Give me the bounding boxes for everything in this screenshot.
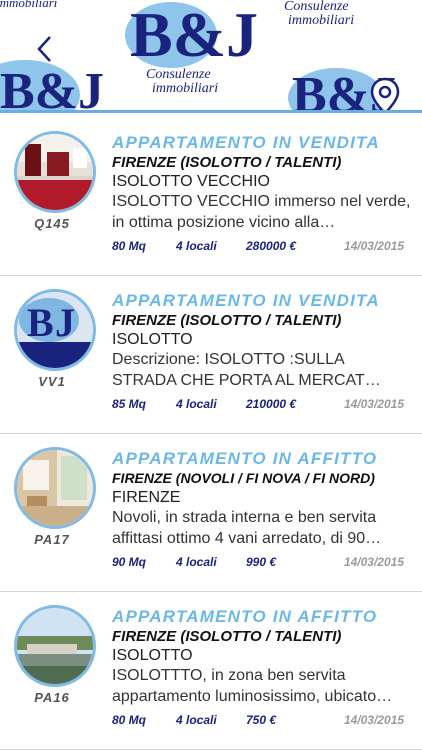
listing-zone: FIRENZE (NOVOLI / FI NOVA / FI NORD) [112,470,375,486]
logo-subtitle-topright: Consulenze immobiliari [284,0,355,28]
listing-description: Descrizione: ISOLOTTO :SULLA STRADA CHE … [112,351,381,389]
listing-photo: B J [14,289,96,371]
svg-text:B: B [27,300,54,345]
listing-description: Novoli, in strada interna e ben servita … [112,509,382,547]
listing-item[interactable]: PA17 APPARTAMENTO IN AFFITTO FIRENZE (NO… [0,434,422,592]
listing-list[interactable]: Q145 APPARTAMENTO IN VENDITA FIRENZE (IS… [0,118,422,750]
svg-text:J: J [55,300,75,345]
listing-type: APPARTAMENTO IN VENDITA [112,291,380,310]
listing-price: 990 € [246,555,277,569]
logo-subtitle-topleft: immobiliari [0,0,58,10]
logo-mark-center: B&J [130,0,258,70]
header-accent-line [0,110,422,113]
listing-sqm: 80 Mq [112,239,147,253]
listing-type: APPARTAMENTO IN AFFITTO [112,607,378,626]
logo-mark-left: B&J [0,63,104,113]
listing-sqm: 85 Mq [112,397,147,411]
listing-date: 14/03/2015 [343,239,404,253]
listing-date: 14/03/2015 [343,555,404,569]
listing-code: Q145 [34,216,70,231]
listing-area: FIRENZE [112,489,181,506]
header-banner: B&J B&J Consulenze immobiliari immobilia… [0,0,422,113]
listing-code: VV1 [38,374,66,389]
back-button[interactable] [34,34,56,64]
listing-photo [14,447,96,529]
listing-description: ISOLOTTO VECCHIO immerso nel verde, in o… [112,193,411,231]
listing-sqm: 90 Mq [112,555,147,569]
listing-sqm: 80 Mq [112,713,147,727]
logo-subtitle-center: Consulenze immobiliari [146,67,219,96]
listing-price: 280000 € [246,239,297,253]
listing-area: ISOLOTTO [112,647,193,664]
listing-rooms: 4 locali [176,555,217,569]
map-pin-icon [370,77,400,113]
listing-date: 14/03/2015 [343,713,404,727]
listing-area: ISOLOTTO VECCHIO [112,173,270,190]
listing-type: APPARTAMENTO IN AFFITTO [112,449,378,468]
listing-item[interactable]: PA16 APPARTAMENTO IN AFFITTO FIRENZE (IS… [0,592,422,750]
listing-type: APPARTAMENTO IN VENDITA [112,133,380,152]
listing-photo [14,605,96,687]
listing-price: 750 € [246,713,277,727]
chevron-left-icon [37,36,51,62]
listing-description: ISOLOTTTO, in zona ben servita appartame… [112,667,393,705]
listing-code: PA17 [34,532,70,547]
listing-rooms: 4 locali [176,397,217,411]
listing-code: PA16 [34,690,70,705]
listing-rooms: 4 locali [176,713,217,727]
listing-item[interactable]: B J VV1 APPARTAMENTO IN VENDITA FIRENZE … [0,276,422,434]
listing-price: 210000 € [246,397,297,411]
map-button[interactable] [367,76,403,113]
listing-zone: FIRENZE (ISOLOTTO / TALENTI) [112,312,342,329]
listing-date: 14/03/2015 [343,397,404,411]
listing-zone: FIRENZE (ISOLOTTO / TALENTI) [112,154,342,171]
listing-zone: FIRENZE (ISOLOTTO / TALENTI) [112,628,342,645]
listing-rooms: 4 locali [176,239,217,253]
listing-photo [14,131,96,213]
listing-area: ISOLOTTO [112,331,193,348]
listing-item[interactable]: Q145 APPARTAMENTO IN VENDITA FIRENZE (IS… [0,118,422,276]
